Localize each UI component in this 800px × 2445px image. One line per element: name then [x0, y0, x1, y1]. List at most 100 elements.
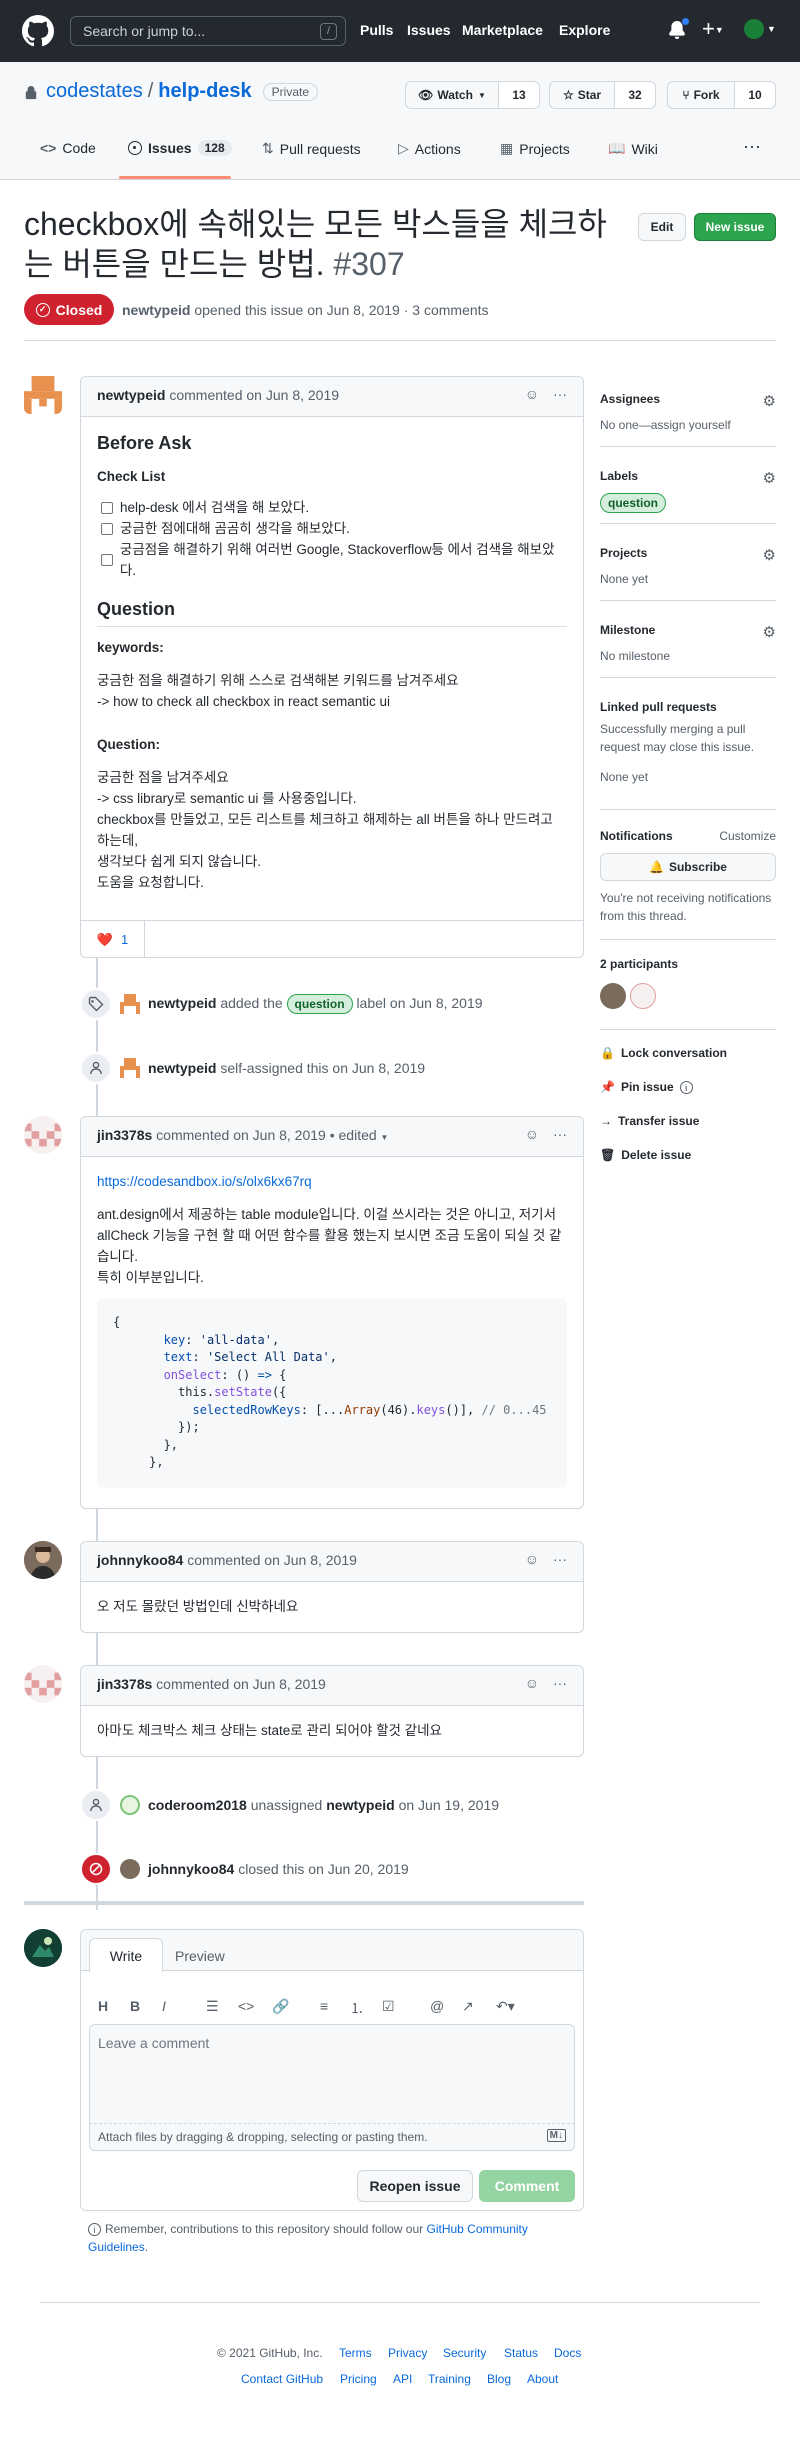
cross-reference-icon[interactable]: ↗: [462, 1998, 474, 2015]
footer-link-privacy[interactable]: Privacy: [388, 2346, 427, 2360]
sidebar-heading[interactable]: Assignees: [600, 392, 776, 406]
subscribe-button[interactable]: 🔔 Subscribe: [600, 853, 776, 881]
repo-name-link[interactable]: help-desk: [158, 80, 251, 103]
github-logo-icon[interactable]: [22, 15, 54, 47]
event-actor[interactable]: coderoom2018: [148, 1797, 247, 1813]
fork-count[interactable]: 10: [734, 81, 776, 109]
avatar-jin3378s[interactable]: [24, 1665, 62, 1703]
sidebar-heading[interactable]: Projects: [600, 546, 776, 560]
reply-icon[interactable]: ↶▾: [496, 1998, 515, 2015]
delete-issue-action[interactable]: 🗑 Delete issue: [600, 1148, 691, 1162]
chevron-down-icon[interactable]: ▼: [381, 1133, 389, 1142]
gear-icon[interactable]: ⚙: [763, 392, 776, 410]
mention-icon[interactable]: @: [430, 1998, 444, 2014]
star-button[interactable]: ☆ Star: [549, 81, 615, 109]
plus-dropdown-icon[interactable]: +▼: [702, 16, 724, 42]
tab-write[interactable]: Write: [89, 1938, 163, 1972]
comment-meta[interactable]: commented on Jun 8, 2019 • edited: [156, 1127, 377, 1143]
comment-author[interactable]: jin3378s: [97, 1127, 152, 1143]
footer-link-training[interactable]: Training: [428, 2372, 471, 2386]
watch-count[interactable]: 13: [498, 81, 540, 109]
tab-actions[interactable]: ▷ Actions: [398, 140, 461, 157]
fork-button[interactable]: ⑂ Fork: [667, 81, 735, 109]
code-icon[interactable]: <>: [238, 1998, 254, 2014]
gear-icon[interactable]: ⚙: [763, 623, 776, 641]
codesandbox-link[interactable]: https://codesandbox.io/s/olx6kx67rq: [97, 1174, 312, 1189]
issue-author[interactable]: newtypeid: [122, 302, 190, 318]
kebab-horizontal-icon[interactable]: ···: [553, 1126, 567, 1142]
lock-conversation-action[interactable]: 🔒 Lock conversation: [600, 1046, 727, 1060]
comment-author[interactable]: newtypeid: [97, 387, 165, 403]
smiley-icon[interactable]: ☺: [525, 386, 539, 402]
markdown-icon[interactable]: M↓: [546, 2129, 566, 2142]
footer-link-api[interactable]: API: [393, 2372, 412, 2386]
tab-pull-requests[interactable]: ⇅ Pull requests: [262, 140, 361, 157]
participant-avatar[interactable]: [600, 983, 626, 1009]
star-count[interactable]: 32: [614, 81, 656, 109]
list-ordered-icon[interactable]: ⒈: [350, 1998, 364, 2018]
heading-icon[interactable]: H: [98, 1998, 108, 2014]
transfer-issue-action[interactable]: → Transfer issue: [600, 1114, 699, 1128]
kebab-horizontal-icon[interactable]: ···: [553, 1551, 567, 1567]
reopen-issue-button[interactable]: Reopen issue: [357, 2170, 473, 2202]
tab-issues[interactable]: Issues 128: [128, 140, 232, 156]
avatar-newtypeid[interactable]: [24, 376, 62, 414]
footer-link-status[interactable]: Status: [504, 2346, 538, 2360]
pin-issue-action[interactable]: 📌 Pin issue i: [600, 1080, 693, 1094]
smiley-icon[interactable]: ☺: [525, 1126, 539, 1142]
assignees-value[interactable]: No one—assign yourself: [600, 416, 776, 434]
gear-icon[interactable]: ⚙: [763, 469, 776, 487]
nav-marketplace[interactable]: Marketplace: [462, 22, 543, 38]
smiley-icon[interactable]: ☺: [525, 1675, 539, 1691]
footer-link-pricing[interactable]: Pricing: [340, 2372, 377, 2386]
user-avatar-menu[interactable]: ▼: [744, 19, 776, 39]
list-unordered-icon[interactable]: ≡: [320, 1998, 328, 2014]
comment-author[interactable]: johnnykoo84: [97, 1552, 183, 1568]
quote-icon[interactable]: ☰: [206, 1998, 219, 2015]
avatar-current-user[interactable]: [24, 1929, 62, 1967]
tab-preview[interactable]: Preview: [175, 1948, 225, 1964]
footer-link-terms[interactable]: Terms: [339, 2346, 372, 2360]
edit-button[interactable]: Edit: [638, 213, 686, 241]
tab-projects[interactable]: ▦ Projects: [500, 140, 570, 157]
bold-icon[interactable]: B: [130, 1998, 140, 2014]
watch-button[interactable]: 👁 Watch ▼: [405, 81, 499, 109]
gear-icon[interactable]: ⚙: [763, 546, 776, 564]
nav-explore[interactable]: Explore: [559, 22, 610, 38]
footer-link-blog[interactable]: Blog: [487, 2372, 511, 2386]
comment-textarea[interactable]: Leave a comment: [89, 2024, 575, 2124]
new-issue-button[interactable]: New issue: [694, 213, 776, 241]
smiley-icon[interactable]: ☺: [525, 1551, 539, 1567]
comment-submit-button[interactable]: Comment: [479, 2170, 575, 2202]
attach-files-bar[interactable]: Attach files by dragging & dropping, sel…: [89, 2124, 575, 2151]
avatar-jin3378s[interactable]: [24, 1116, 62, 1154]
link-icon[interactable]: 🔗: [272, 1998, 289, 2015]
event-target[interactable]: newtypeid: [326, 1797, 394, 1813]
tab-wiki[interactable]: 📖 Wiki: [608, 140, 658, 157]
footer-link-docs[interactable]: Docs: [554, 2346, 581, 2360]
event-actor[interactable]: newtypeid: [148, 1060, 216, 1076]
footer-link-contact[interactable]: Contact GitHub: [241, 2372, 323, 2386]
tasklist-icon[interactable]: ☑: [382, 1998, 395, 2015]
italic-icon[interactable]: I: [162, 1998, 166, 2014]
nav-issues[interactable]: Issues: [407, 22, 451, 38]
tab-code[interactable]: <> Code: [40, 140, 96, 156]
event-actor[interactable]: newtypeid: [148, 995, 216, 1011]
footer-link-security[interactable]: Security: [443, 2346, 486, 2360]
nav-pulls[interactable]: Pulls: [360, 22, 393, 38]
kebab-horizontal-icon[interactable]: ···: [553, 1675, 567, 1691]
repo-owner-link[interactable]: codestates: [46, 80, 143, 103]
search-input[interactable]: Search or jump to... /: [70, 16, 346, 46]
comment-author[interactable]: jin3378s: [97, 1676, 152, 1692]
sidebar-heading[interactable]: Labels: [600, 469, 776, 483]
more-menu-icon[interactable]: ···: [743, 136, 761, 157]
label-question[interactable]: question: [600, 493, 666, 513]
reaction-heart-button[interactable]: ❤️ 1: [81, 921, 145, 958]
bell-icon[interactable]: [668, 17, 690, 43]
event-actor[interactable]: johnnykoo84: [148, 1861, 234, 1877]
label-question[interactable]: question: [286, 994, 353, 1014]
sidebar-heading[interactable]: Milestone: [600, 623, 776, 637]
customize-link[interactable]: Customize: [719, 829, 776, 843]
kebab-horizontal-icon[interactable]: ···: [553, 386, 567, 402]
participant-avatar[interactable]: [630, 983, 656, 1009]
